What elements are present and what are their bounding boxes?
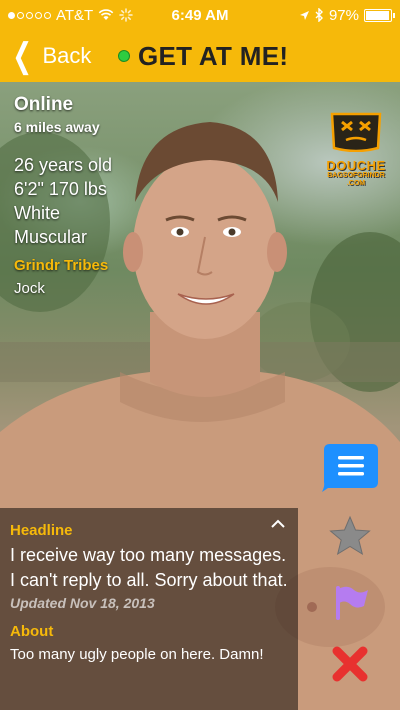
body-type-label: Muscular [14, 227, 88, 247]
height-weight-label: 6'2" 170 lbs [14, 179, 107, 199]
chat-button[interactable] [318, 440, 382, 496]
about-heading: About [10, 623, 54, 640]
nav-bar: ❮ Back GET AT ME! [0, 30, 400, 82]
favorite-button[interactable] [318, 508, 382, 564]
status-left: AT&T [8, 7, 200, 24]
loading-spinner-icon [119, 8, 133, 22]
headline-text: I receive way too many messages. I can't… [10, 545, 288, 590]
signal-icon [8, 11, 51, 19]
online-status: Online [14, 94, 74, 115]
carrier-label: AT&T [56, 6, 94, 24]
updated-date: Updated Nov 18, 2013 [10, 595, 155, 611]
online-status-dot [118, 50, 130, 62]
tribes-heading: Grindr Tribes [14, 257, 109, 274]
watermark-line1: DOUCHE [326, 158, 386, 173]
collapse-chevron-icon[interactable] [270, 518, 286, 530]
headline-heading: Headline [10, 522, 73, 539]
age-label: 26 years old [14, 155, 113, 175]
battery-percent: 97% [328, 6, 359, 24]
watermark-logo: DOUCHE BAGSOFGRINDR .COM [322, 108, 390, 188]
profile-details-panel: Headline I receive way too many messages… [0, 508, 298, 710]
location-arrow-icon [299, 10, 309, 20]
profile-name-title: GET AT ME! [138, 40, 289, 71]
watermark-line2: BAGSOFGRINDR [327, 172, 385, 179]
block-button[interactable] [318, 636, 382, 692]
favorite-star-icon [329, 515, 371, 556]
back-chevron-icon: ❮ [12, 37, 33, 75]
status-bar: AT&T 6:49 AM 97% [0, 0, 400, 30]
nav-title-group: GET AT ME! [118, 41, 288, 72]
watermark-line3: .COM [346, 180, 366, 187]
wifi-icon [98, 9, 114, 20]
tribes-value: Jock [14, 280, 45, 297]
back-label: Back [42, 43, 92, 68]
chat-icon [322, 444, 378, 492]
block-x-icon [332, 646, 368, 682]
douchebag-logo-icon [330, 112, 382, 153]
distance-label: 6 miles away [14, 119, 100, 135]
flag-button[interactable] [318, 574, 382, 630]
about-text: Too many ugly people on here. Damn! [10, 646, 264, 663]
battery-fill [366, 10, 390, 20]
battery-icon [364, 8, 395, 22]
back-button[interactable]: ❮ Back [0, 39, 118, 73]
bluetooth-icon [315, 8, 323, 22]
profile-stats: 26 years old 6'2" 170 lbs White Muscular [14, 153, 112, 249]
profile-info: Online 6 miles away 26 years old 6'2" 17… [14, 94, 112, 297]
flag-icon [336, 586, 368, 620]
status-right: 97% [200, 6, 395, 24]
ethnicity-label: White [14, 203, 61, 223]
